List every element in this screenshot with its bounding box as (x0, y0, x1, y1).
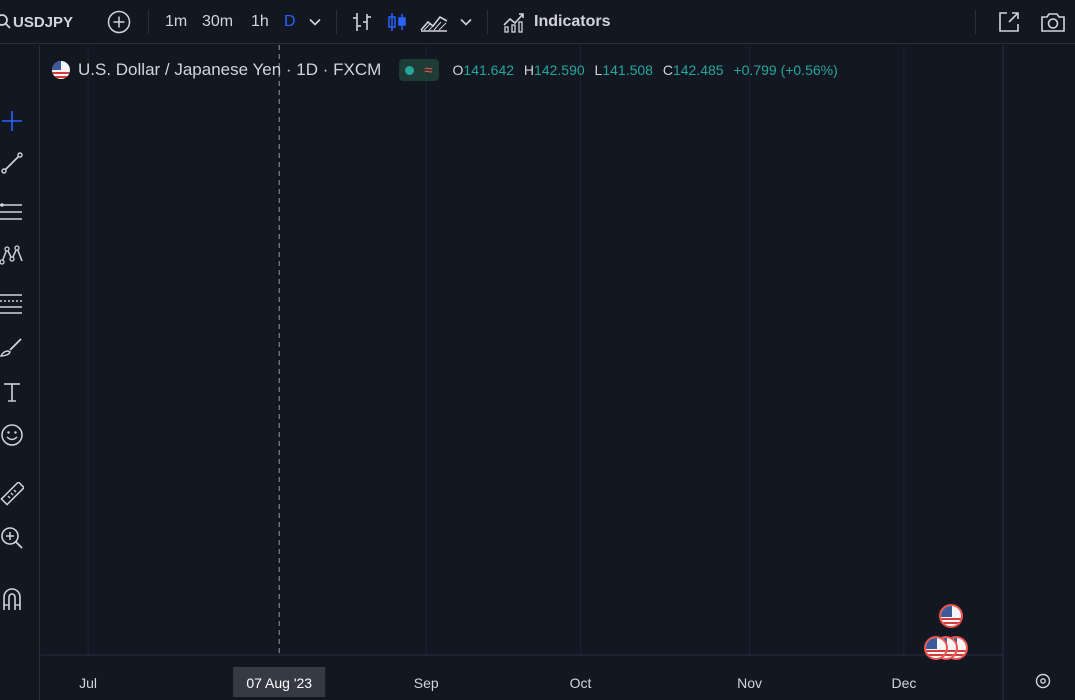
divider (336, 10, 337, 34)
crosshair-date-label: 07 Aug '23 (246, 675, 312, 691)
fib-retracement-icon[interactable] (0, 289, 24, 317)
time-tick-label: Sep (414, 675, 439, 691)
us-event-flag-icon[interactable] (939, 604, 963, 628)
interval-30m-button[interactable]: 30m (202, 0, 233, 44)
top-toolbar: USDJPY 1m 30m 1h D Indicators (0, 0, 1075, 44)
fullscreen-icon[interactable] (997, 0, 1021, 44)
us-event-flag-icon[interactable] (924, 636, 948, 660)
interval-d-button[interactable]: D (284, 0, 296, 44)
brush-icon[interactable] (0, 332, 24, 360)
time-tick-label: Dec (891, 675, 916, 691)
zoom-in-icon[interactable] (0, 524, 24, 552)
us-flag-icon (52, 61, 70, 79)
chart-title[interactable]: U.S. Dollar / Japanese Yen · 1D · FXCM (78, 60, 381, 80)
horizontal-lines-icon[interactable] (0, 198, 24, 226)
add-symbol-button[interactable] (107, 0, 131, 44)
price-chart[interactable]: 152.000150.000148.000146.000144.000142.0… (41, 45, 1075, 700)
change-value: +0.799 (+0.56%) (733, 62, 838, 78)
drawing-toolbar (0, 45, 40, 700)
trend-line-icon[interactable] (0, 149, 24, 177)
market-open-dot-icon (405, 65, 415, 75)
chart-type-dropdown-chevron-down-icon[interactable] (460, 0, 472, 44)
indicators-icon[interactable] (502, 0, 526, 44)
camera-icon[interactable] (1040, 0, 1066, 44)
pattern-tool-icon[interactable] (0, 241, 24, 269)
wave-icon: ≈ (424, 61, 433, 79)
divider (487, 10, 488, 34)
chart-legend: U.S. Dollar / Japanese Yen · 1D · FXCM ≈… (52, 56, 838, 84)
area-chart-type-icon[interactable] (420, 0, 448, 44)
high-value: 142.590 (534, 62, 585, 78)
smiley-icon[interactable] (0, 421, 24, 449)
open-value: 141.642 (463, 62, 515, 78)
ruler-icon[interactable] (0, 480, 24, 508)
interval-dropdown-chevron-down-icon[interactable] (309, 0, 321, 44)
auto-scale-settings-icon[interactable] (1034, 672, 1052, 695)
low-value: 141.508 (602, 62, 653, 78)
chart-background (41, 45, 1075, 700)
interval-1m-button[interactable]: 1m (165, 0, 187, 44)
interval-1h-button[interactable]: 1h (251, 0, 269, 44)
text-tool-icon[interactable] (0, 378, 24, 406)
high-key: H (523, 62, 535, 78)
market-status-badge[interactable]: ≈ (399, 59, 439, 81)
symbol-search-icon[interactable] (0, 0, 12, 44)
candles-chart-type-icon[interactable] (386, 0, 408, 44)
time-tick-label: Jul (79, 675, 97, 691)
bar-chart-type-icon[interactable] (351, 0, 373, 44)
magnet-icon[interactable] (0, 585, 24, 613)
divider (148, 10, 149, 34)
open-key: O (452, 62, 464, 78)
time-tick-label: Oct (570, 675, 592, 691)
indicators-button[interactable]: Indicators (534, 0, 610, 44)
close-value: 142.485 (672, 62, 724, 78)
crosshair-icon[interactable] (0, 107, 24, 135)
ohlc-values: O141.642 H142.590 L141.508 C142.485 +0.7… (453, 62, 838, 78)
chart-grid (41, 45, 1075, 700)
time-tick-label: Nov (737, 675, 762, 691)
close-key: C (662, 62, 673, 78)
divider (975, 10, 976, 34)
symbol-name[interactable]: USDJPY (13, 0, 73, 44)
